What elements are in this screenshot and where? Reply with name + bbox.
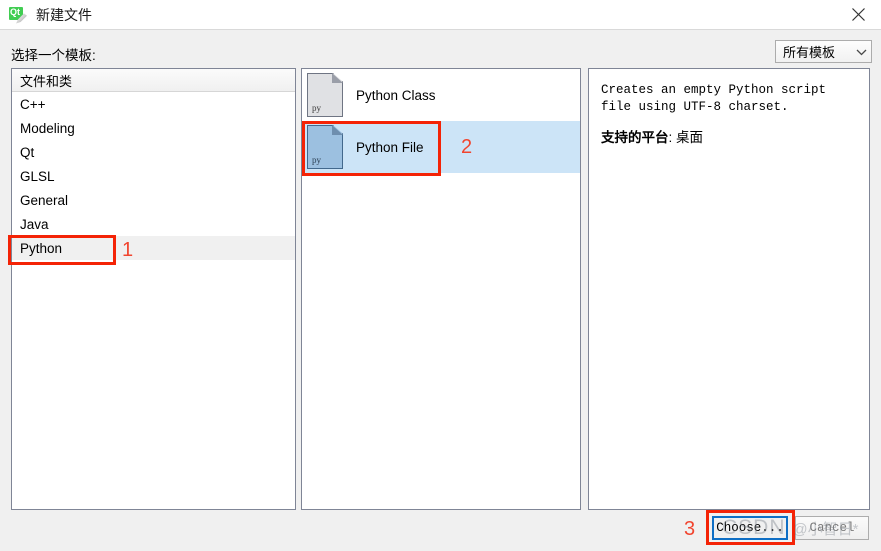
sidebar-item-label: C++ (20, 96, 46, 112)
file-extension-label: py (312, 155, 321, 165)
python-file-icon: py (307, 125, 343, 169)
template-description-text: Creates an empty Python script file usin… (601, 83, 827, 114)
sidebar-item-label: Java (20, 216, 49, 232)
template-filter-value: 所有模板 (783, 45, 836, 60)
chevron-down-icon (851, 48, 871, 56)
sidebar-item-modeling[interactable]: Modeling (12, 116, 295, 140)
close-icon[interactable] (835, 0, 881, 29)
sidebar-item-cpp[interactable]: C++ (12, 92, 295, 116)
template-filter-dropdown[interactable]: 所有模板 (775, 40, 872, 63)
sidebar-item-glsl[interactable]: GLSL (12, 164, 295, 188)
supported-platform-row: 支持的平台: 桌面 (601, 126, 703, 146)
sidebar-item-label: Python (20, 240, 63, 256)
template-item-python-class[interactable]: py Python Class (302, 69, 580, 121)
sidebar-item-label: GLSL (20, 168, 55, 184)
choose-template-label: 选择一个模板: (11, 48, 96, 63)
qt-new-file-icon (9, 6, 27, 24)
python-file-icon: py (307, 73, 343, 117)
supported-platform-separator: : (668, 130, 677, 145)
sidebar-item-python[interactable]: Python (12, 236, 295, 260)
file-and-classes-header: 文件和类 (12, 69, 295, 92)
sidebar-item-java[interactable]: Java (12, 212, 295, 236)
window-title: 新建文件 (36, 6, 92, 23)
supported-platform-label: 支持的平台 (601, 130, 669, 145)
annotation-number-3: 3 (684, 518, 696, 540)
supported-platform-value: 桌面 (676, 130, 704, 145)
choose-button[interactable]: Choose... (712, 516, 788, 540)
template-description-panel: Creates an empty Python script file usin… (588, 68, 870, 510)
sidebar-item-general[interactable]: General (12, 188, 295, 212)
cancel-button[interactable]: Cancel (795, 516, 869, 540)
template-item-label: Python Class (356, 87, 436, 103)
file-extension-label: py (312, 103, 321, 113)
template-item-label: Python File (356, 139, 424, 155)
window-titlebar: 新建文件 (0, 0, 881, 30)
sidebar-item-label: Qt (20, 144, 35, 160)
sidebar-item-qt[interactable]: Qt (12, 140, 295, 164)
template-list-panel: py Python Class py Python File (301, 68, 581, 510)
template-item-python-file[interactable]: py Python File (302, 121, 580, 173)
file-and-classes-panel: 文件和类 C++ Modeling Qt GLSL General Java P… (11, 68, 296, 510)
sidebar-item-label: General (20, 192, 69, 208)
sidebar-item-label: Modeling (20, 120, 75, 136)
